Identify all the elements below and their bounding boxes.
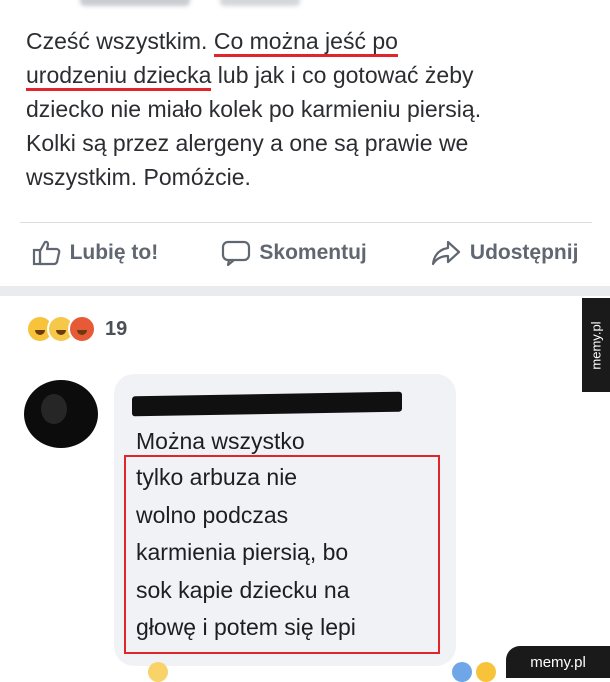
comment-line: sok kapie dziecku na — [136, 576, 350, 603]
comment-line: wolno podczas — [136, 501, 289, 528]
like-button[interactable]: Lubię to! — [32, 239, 159, 267]
share-button[interactable]: Udostępnij — [430, 239, 579, 267]
post-card: Cześć wszystkim. Co można jeść po urodze… — [0, 0, 610, 288]
reactions-summary[interactable]: 19 — [26, 313, 127, 345]
cropped-reaction-icon — [148, 662, 168, 682]
post-text: Cześć wszystkim. Co można jeść po urodze… — [26, 24, 586, 194]
watermark-side-text: memy.pl — [588, 320, 604, 370]
post-text-line3: dziecko nie miało kolek po karmieniu pie… — [26, 96, 482, 122]
post-text-line1-pre: Cześć wszystkim. — [26, 28, 214, 54]
post-text-line4: Kolki są przez alergeny a one są prawie … — [26, 130, 469, 156]
post-header-cropped — [0, 0, 610, 10]
comment-label: Skomentuj — [259, 241, 367, 264]
post-time-blurred — [220, 0, 300, 6]
like-label: Lubię to! — [69, 241, 159, 264]
post-text-line5: wszystkim. Pomóżcie. — [26, 164, 251, 190]
post-text-highlight-2: urodzeniu dziecka — [26, 62, 212, 91]
comment-line: głowę i potem się lepi — [136, 614, 356, 641]
author-name-blurred — [80, 0, 190, 6]
comment-line: karmienia piersią, bo — [136, 539, 349, 566]
thumbs-up-icon — [32, 239, 62, 267]
share-arrow-icon — [430, 239, 462, 267]
comment-first-line: Można wszystko — [136, 428, 305, 454]
post-text-highlight-1: Co można jeść po — [213, 28, 398, 57]
post-actions-bar: Lubię to! Skomentuj Udostępnij — [0, 228, 610, 278]
watermark-side: memy.pl — [582, 298, 610, 392]
share-label: Udostępnij — [469, 241, 579, 264]
watermark-bottom-text: memy.pl — [530, 653, 586, 671]
comment-line: tylko arbuza nie — [136, 464, 298, 490]
actions-divider — [20, 222, 592, 223]
reaction-count: 19 — [105, 317, 128, 340]
cropped-haha-icon — [476, 662, 496, 682]
commenter-avatar-redacted[interactable] — [24, 380, 98, 448]
comment-button[interactable]: Skomentuj — [221, 239, 367, 267]
comment-bubble-icon — [221, 239, 251, 267]
post-text-line2-post: lub jak i co gotować żeby — [211, 62, 474, 88]
section-separator — [0, 286, 610, 296]
watermark-bottom: memy.pl — [506, 646, 610, 678]
comment-text: tylko arbuza nie wolno podczas karmienia… — [136, 459, 436, 647]
cropped-like-icon — [452, 662, 472, 682]
angry-emoji-icon — [68, 315, 96, 343]
